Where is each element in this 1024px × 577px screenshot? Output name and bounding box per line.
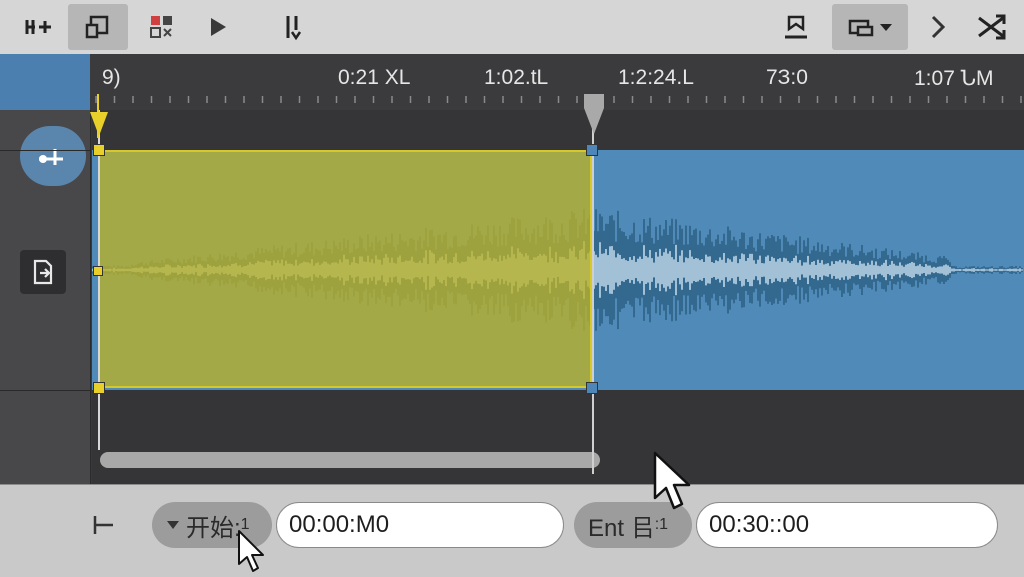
grid-icon: [150, 16, 172, 38]
selection-handle-mid-left[interactable]: [93, 266, 103, 276]
selection-end-line: [592, 110, 594, 474]
ruler-ticks: [95, 96, 1022, 103]
ruler-label: 1:2:24.L: [618, 66, 694, 89]
marquee-select-icon: [85, 15, 109, 39]
end-time-value: 00:30::00: [709, 511, 810, 538]
selection-region[interactable]: [98, 150, 592, 388]
shuffle-button[interactable]: [970, 4, 1014, 50]
end-label-suffix: :1: [654, 516, 669, 533]
dropdown-arrow-icon: [167, 521, 179, 529]
selection-handle-top-right[interactable]: [586, 144, 598, 156]
ruler-label: 1:02.tL: [484, 66, 549, 89]
chevron-right-icon: [931, 15, 946, 39]
grid-button[interactable]: [140, 4, 184, 50]
export-button[interactable]: [774, 4, 818, 50]
start-marker-icon[interactable]: [88, 94, 112, 142]
playhead-tool-icon: [39, 149, 63, 165]
playhead-tool-area: [0, 54, 90, 110]
ruler-label: 0:21 XL: [338, 66, 411, 89]
end-label-text: Ent 㠯: [588, 514, 655, 542]
chevron-right-button[interactable]: [920, 4, 956, 50]
start-label-text: 开始:: [186, 514, 241, 542]
ruler-label: 1:07 ՆM: [914, 67, 994, 90]
split-button[interactable]: [270, 4, 314, 50]
selection-handle-bottom-left[interactable]: [93, 382, 105, 394]
add-track-button[interactable]: [12, 4, 64, 50]
track-lane-bottom: [92, 390, 1024, 484]
document-export-icon: [33, 259, 53, 285]
track-lane-top: [92, 110, 1024, 150]
divider: [0, 150, 90, 151]
marquee-select-button[interactable]: [68, 4, 128, 50]
shuffle-icon: [978, 14, 1006, 40]
toolbar: [0, 0, 1024, 55]
end-marker-icon[interactable]: [582, 94, 606, 142]
export-icon: [785, 15, 807, 39]
divider: [0, 390, 90, 391]
ruler-label: 7З:0: [766, 66, 808, 89]
end-time-field[interactable]: 00:30::00: [696, 502, 998, 548]
ruler-label: 9): [102, 66, 121, 89]
selection-handle-top-left[interactable]: [93, 144, 105, 156]
mouse-cursor-icon: [238, 530, 264, 572]
play-button[interactable]: [196, 4, 240, 50]
play-icon: [211, 18, 226, 36]
range-start-icon: [93, 516, 113, 534]
selection-start-line: [98, 110, 100, 450]
start-time-value: 00:00:M0: [289, 511, 390, 538]
start-time-field[interactable]: 00:00:M0: [276, 502, 564, 548]
display-dropdown-icon: [848, 19, 892, 37]
playhead-tool-button[interactable]: [20, 126, 86, 186]
time-ruler[interactable]: 9) 0:21 XL 1:02.tL 1:2:24.L 7З:0 1:07 ՆM: [90, 54, 1024, 110]
track-settings-button[interactable]: [20, 250, 66, 294]
split-icon: [286, 16, 302, 41]
add-track-icon: [25, 20, 51, 34]
mouse-cursor-icon: [653, 451, 691, 510]
horizontal-scrollbar[interactable]: [100, 452, 600, 468]
track-header-column: [0, 54, 91, 484]
selection-handle-bottom-right[interactable]: [586, 382, 598, 394]
display-dropdown-button[interactable]: [832, 4, 908, 50]
